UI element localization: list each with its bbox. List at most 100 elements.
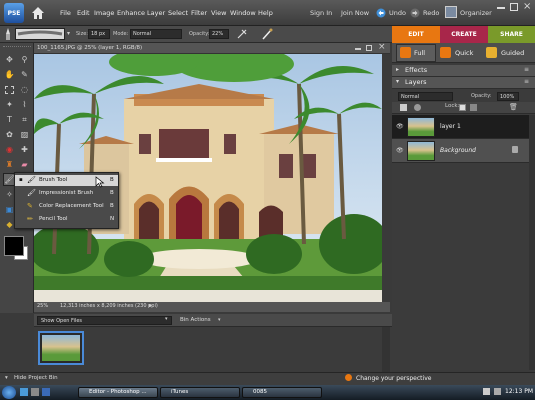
zoom-level[interactable]: 25%: [37, 303, 48, 309]
flyout-item-pencil[interactable]: ✏ Pencil Tool N: [15, 214, 118, 225]
layer-row-layer-1[interactable]: 👁 layer 1: [392, 115, 529, 139]
quick-fix-icon[interactable]: [440, 47, 451, 58]
organizer-button[interactable]: Organizer: [460, 9, 492, 17]
visibility-eye-icon[interactable]: 👁: [396, 123, 404, 130]
tray-volume-icon[interactable]: [494, 388, 501, 395]
taskbar-editor-button[interactable]: Editor - Photoshop ...: [78, 387, 158, 398]
panel-menu-icon[interactable]: ≡: [524, 66, 529, 73]
eyedropper-tool-icon[interactable]: ✎: [18, 68, 31, 81]
brush-preview[interactable]: [15, 28, 65, 40]
toolbox-grip[interactable]: [3, 46, 31, 50]
taskbar-0085-button[interactable]: 0085: [242, 387, 322, 398]
menu-enhance[interactable]: Enhance: [117, 9, 145, 17]
zoom-tool-icon[interactable]: ⚲: [18, 53, 31, 66]
menu-edit[interactable]: Edit: [77, 9, 90, 17]
healing-brush-tool-icon[interactable]: ✚: [18, 143, 31, 156]
type-tool-icon[interactable]: T: [3, 113, 16, 126]
join-now-link[interactable]: Join Now: [341, 9, 369, 17]
quicklaunch-desktop-icon[interactable]: [31, 388, 39, 396]
menu-layer[interactable]: Layer: [147, 9, 165, 17]
doc-minimize-icon[interactable]: [355, 48, 361, 50]
clone-stamp-tool-icon[interactable]: ♜: [3, 158, 16, 171]
project-bin-scrollbar[interactable]: [382, 327, 390, 372]
adjustment-layer-icon[interactable]: [414, 104, 421, 111]
menu-image[interactable]: Image: [94, 9, 114, 17]
layer-name[interactable]: layer 1: [440, 123, 461, 130]
clock[interactable]: 12:13 PM: [505, 388, 533, 395]
quicklaunch-media-icon[interactable]: [42, 388, 50, 396]
brush-preset-icon[interactable]: [3, 28, 13, 40]
tab-create[interactable]: CREATE: [440, 26, 488, 43]
canvas-vertical-scrollbar[interactable]: [382, 54, 390, 302]
tab-edit[interactable]: EDIT: [392, 26, 440, 43]
move-tool-icon[interactable]: ✥: [3, 53, 16, 66]
opacity-field[interactable]: 22%: [209, 29, 229, 39]
tray-network-icon[interactable]: [483, 388, 490, 395]
doc-maximize-icon[interactable]: [366, 45, 372, 51]
lock-transparent-icon[interactable]: [459, 104, 466, 111]
tab-guided[interactable]: Guided: [501, 45, 524, 61]
status-menu-arrow-icon[interactable]: ▸: [149, 302, 152, 309]
layer-name[interactable]: Background: [440, 147, 476, 154]
expand-arrow-icon[interactable]: ▸: [396, 66, 399, 73]
organizer-icon[interactable]: [445, 6, 457, 18]
marquee-tool-icon[interactable]: [3, 83, 16, 96]
red-eye-tool-icon[interactable]: ◉: [3, 143, 16, 156]
layer-opacity-field[interactable]: 100%: [497, 92, 519, 101]
layers-menu-icon[interactable]: ≡: [524, 78, 529, 85]
bin-actions-arrow-icon[interactable]: ▾: [218, 317, 221, 323]
cookie-cutter-tool-icon[interactable]: ✿: [3, 128, 16, 141]
undo-icon[interactable]: [375, 8, 387, 18]
taskbar-itunes-button[interactable]: iTunes: [160, 387, 240, 398]
start-button-icon[interactable]: [2, 386, 16, 399]
new-layer-icon[interactable]: [400, 104, 407, 111]
crop-tool-icon[interactable]: ⌗: [18, 113, 31, 126]
airbrush-icon[interactable]: [236, 28, 248, 40]
foreground-color-swatch-top[interactable]: [4, 236, 24, 256]
hide-project-bin[interactable]: Hide Project Bin: [14, 375, 58, 381]
menu-file[interactable]: File: [60, 9, 71, 17]
brush-dropdown-icon[interactable]: ▾: [67, 30, 70, 37]
magic-wand-tool-icon[interactable]: ✦: [3, 98, 16, 111]
sign-in-link[interactable]: Sign In: [310, 9, 332, 17]
minimize-icon[interactable]: [497, 7, 505, 9]
menu-view[interactable]: View: [211, 9, 226, 17]
guided-edit-icon[interactable]: [486, 47, 497, 58]
change-perspective-hint[interactable]: Change your perspective: [356, 375, 431, 382]
trash-icon[interactable]: 🗑: [509, 103, 518, 111]
redo-button[interactable]: Redo: [423, 9, 439, 17]
lock-all-icon[interactable]: [470, 104, 477, 111]
menu-help[interactable]: Help: [258, 9, 273, 17]
document-title[interactable]: 100_1165.JPG @ 25% (layer 1, RGB/8): [34, 43, 390, 54]
hand-tool-icon[interactable]: ✋: [3, 68, 16, 81]
layers-scrollbar[interactable]: [529, 115, 535, 370]
maximize-icon[interactable]: [510, 3, 518, 11]
selection-brush-tool-icon[interactable]: ⌇: [18, 98, 31, 111]
size-field[interactable]: 18 px: [88, 29, 110, 39]
tab-share[interactable]: SHARE: [488, 26, 535, 43]
redo-icon[interactable]: [409, 8, 421, 18]
tab-quick[interactable]: Quick: [455, 45, 473, 61]
doc-close-icon[interactable]: ×: [378, 42, 386, 52]
undo-button[interactable]: Undo: [389, 9, 406, 17]
eraser-tool-icon[interactable]: ▰: [18, 158, 31, 171]
menu-filter[interactable]: Filter: [191, 9, 207, 17]
collapse-arrow-icon[interactable]: ▾: [396, 78, 399, 85]
lasso-tool-icon[interactable]: ◌: [18, 83, 31, 96]
brush-settings-icon[interactable]: [260, 28, 274, 40]
menu-select[interactable]: Select: [168, 9, 188, 17]
straighten-tool-icon[interactable]: ▨: [18, 128, 31, 141]
show-open-files-select[interactable]: Show Open Files: [37, 316, 172, 325]
flyout-item-color-replacement[interactable]: ✎ Color Replacement Tool B: [15, 201, 118, 212]
mode-select[interactable]: Normal: [130, 29, 182, 39]
menu-window[interactable]: Window: [230, 9, 256, 17]
dropdown-arrow-icon[interactable]: ▾: [165, 316, 168, 322]
home-icon[interactable]: [31, 6, 45, 20]
flyout-item-impressionist[interactable]: 🖌 Impressionist Brush B: [15, 188, 118, 199]
close-icon[interactable]: ×: [523, 1, 531, 12]
visibility-eye-icon[interactable]: 👁: [396, 147, 404, 154]
quicklaunch-ie-icon[interactable]: [20, 388, 28, 396]
hide-bin-arrow-icon[interactable]: ▾: [5, 375, 8, 381]
bin-actions-menu[interactable]: Bin Actions: [180, 317, 211, 323]
open-file-thumbnail[interactable]: [38, 331, 84, 365]
